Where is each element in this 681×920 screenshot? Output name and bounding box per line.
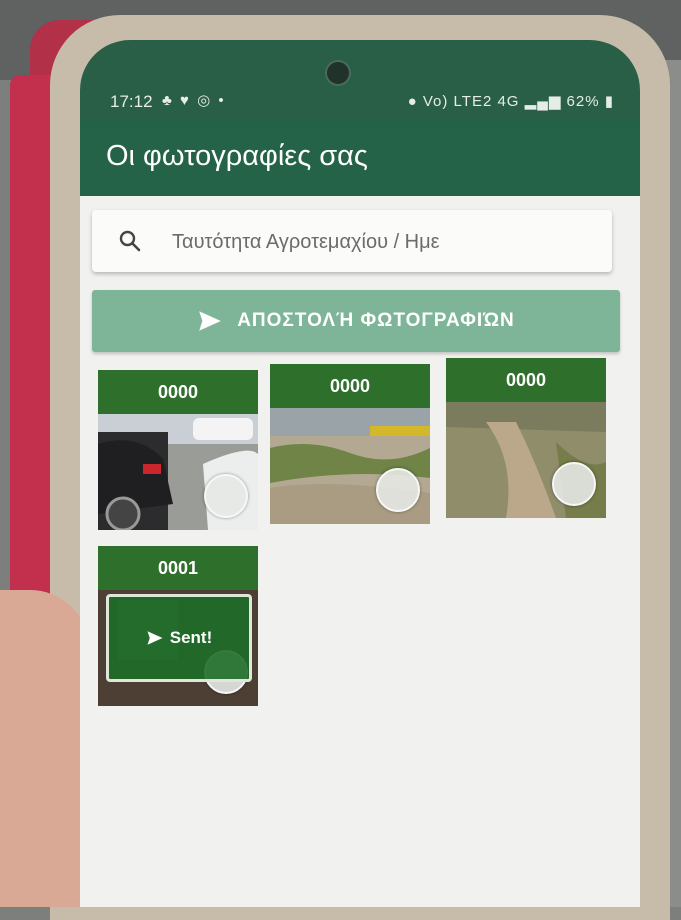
photo-id: 0000 [270,364,430,408]
app-bar: Οι φωτογραφίες σας [80,122,640,196]
status-time: 17:12 [110,92,153,111]
send-icon [199,311,222,331]
photo-card[interactable]: 0000 [446,358,606,518]
phone-screen: 17:12 ♣ ♥ ◎ • ● Vo) LTE2 4G ▂▄▆ 62% ▮ Οι… [80,40,640,907]
hand [0,590,90,907]
photo-card[interactable]: 0001 Sent! [98,546,258,706]
page-title: Οι φωτογραφίες σας [106,140,368,172]
select-checkbox[interactable] [204,474,248,518]
send-photos-button[interactable]: ΑΠΟΣΤΟΛΉ ΦΩΤΟΓΡΑΦΙΏΝ [92,290,620,352]
search-bar[interactable] [92,210,612,272]
sent-label: Sent! [169,628,213,647]
status-bar: 17:12 ♣ ♥ ◎ • ● Vo) LTE2 4G ▂▄▆ 62% ▮ [80,40,640,122]
photo-card[interactable]: 0000 [270,364,430,524]
status-right-group: ● Vo) LTE2 4G ▂▄▆ 62% ▮ [408,92,614,110]
select-checkbox[interactable] [552,462,596,506]
search-input[interactable] [170,222,594,262]
notification-icons: ♣ ♥ ◎ • [162,92,226,109]
photo-id: 0000 [446,358,606,402]
camera-hole [325,60,351,86]
battery-level: 62% [566,93,600,110]
search-icon [119,230,141,252]
photo-id: 0001 [98,546,258,590]
send-icon [147,631,163,645]
battery-icon: ▮ [604,93,614,110]
signal-icon: ▂▄▆ [524,93,562,110]
location-icon: ● [407,93,418,110]
photo-id: 0000 [98,370,258,414]
photo-card[interactable]: 0000 [98,370,258,530]
select-checkbox[interactable] [376,468,420,512]
send-photos-label: ΑΠΟΣΤΟΛΉ ΦΩΤΟΓΡΑΦΙΏΝ [237,310,515,331]
network-indicator: Vo) LTE2 4G [422,93,520,110]
sent-badge: Sent! [106,594,252,682]
